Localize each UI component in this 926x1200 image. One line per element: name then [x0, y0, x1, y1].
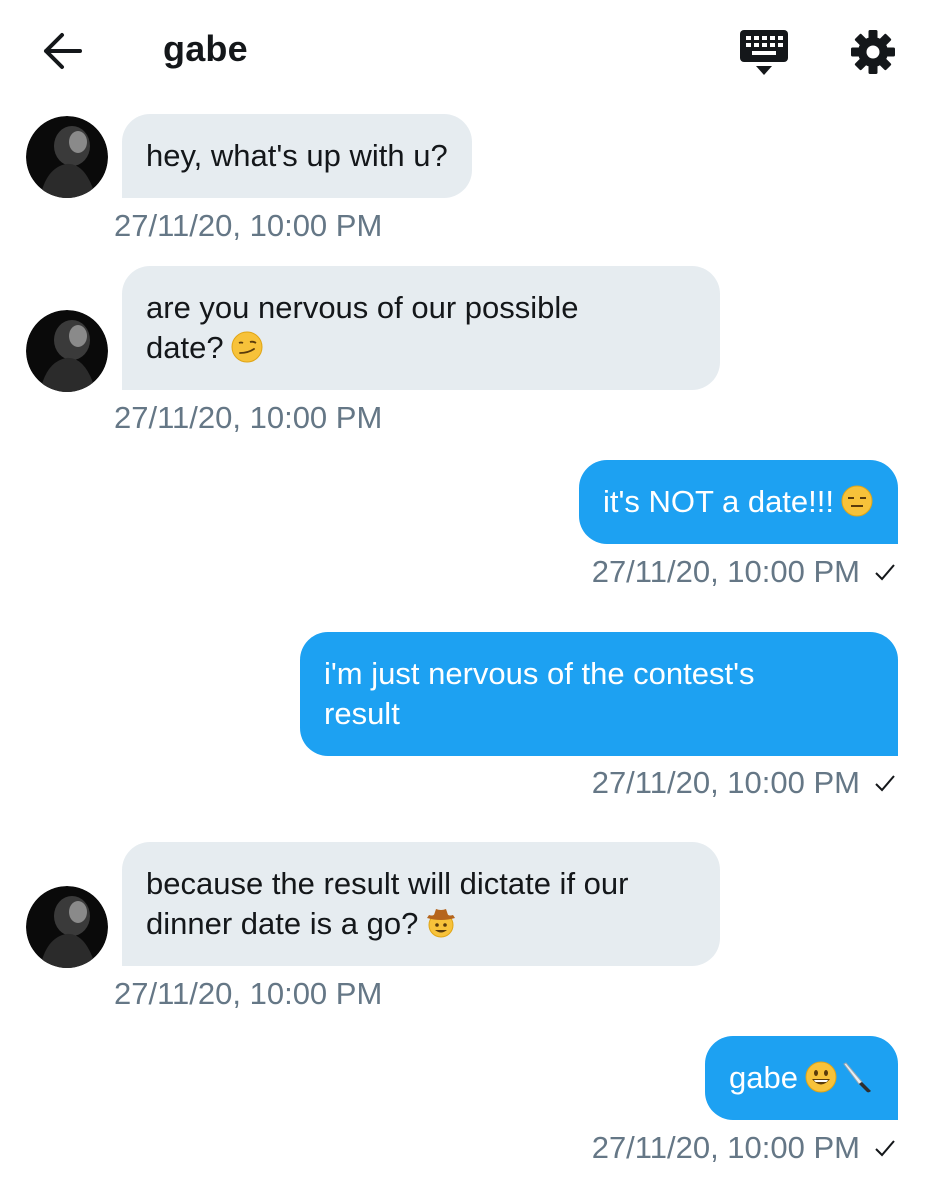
message-bubble-incoming[interactable]: because the result will dictate if our d…: [122, 842, 720, 966]
cowboy-hat-face-emoji: [427, 909, 456, 938]
message-text: result: [324, 696, 400, 731]
message-bubble-outgoing[interactable]: it's NOT a date!!!: [578, 460, 898, 544]
message-timestamp: 27/11/20, 10:00 PM: [591, 765, 860, 800]
message-text: hey, what's up with u?: [146, 138, 448, 173]
settings-button[interactable]: [845, 24, 901, 80]
message-timestamp-row: 27/11/20, 10:00 PM: [592, 765, 896, 801]
conversation-header: gabe: [0, 0, 926, 100]
message-timestamp-row: 27/11/20, 10:00 PM: [592, 1130, 896, 1166]
profile-photo-icon: [26, 886, 108, 968]
avatar[interactable]: [26, 886, 108, 968]
message-timestamp: 27/11/20, 10:00 PM: [591, 1130, 860, 1165]
message-timestamp: 27/11/20, 10:00 PM: [591, 554, 860, 589]
checkmark-icon: [875, 564, 895, 581]
arrow-left-icon: [44, 33, 82, 69]
checkmark-icon: [875, 1140, 895, 1157]
avatar[interactable]: [26, 310, 108, 392]
back-button[interactable]: [38, 28, 86, 74]
message-bubble-outgoing[interactable]: gabe: [705, 1036, 898, 1120]
knife-emoji: [843, 1062, 871, 1093]
message-timestamp: 27/11/20, 10:00 PM: [114, 976, 383, 1011]
message-text: dinner date is a go?: [146, 906, 419, 941]
grinning-face-emoji: [805, 1061, 837, 1093]
message-timestamp: 27/11/20, 10:00 PM: [114, 400, 383, 435]
avatar[interactable]: [26, 116, 108, 198]
profile-photo-icon: [26, 116, 108, 198]
conversation-title[interactable]: gabe: [163, 28, 248, 70]
message-timestamp: 27/11/20, 10:00 PM: [114, 208, 383, 243]
checkmark-icon: [875, 775, 895, 792]
message-text: i'm just nervous of the contest's: [324, 656, 755, 691]
message-text: date?: [146, 330, 224, 365]
message-text: because the result will dictate if our: [146, 866, 629, 901]
keyboard-icon: [740, 30, 788, 75]
keyboard-button[interactable]: [736, 24, 792, 80]
message-text: gabe: [729, 1060, 798, 1095]
message-text: it's NOT a date!!!: [602, 484, 834, 519]
message-bubble-incoming[interactable]: are you nervous of our possible date?: [122, 266, 720, 390]
message-bubble-incoming[interactable]: hey, what's up with u?: [122, 114, 472, 198]
expressionless-face-emoji: [841, 485, 873, 517]
message-bubble-outgoing[interactable]: i'm just nervous of the contest's result: [300, 632, 898, 756]
message-text: are you nervous of our possible: [146, 290, 579, 325]
message-timestamp-row: 27/11/20, 10:00 PM: [592, 554, 896, 590]
smirking-face-emoji: [231, 331, 263, 363]
gear-icon: [851, 30, 895, 74]
profile-photo-icon: [26, 310, 108, 392]
